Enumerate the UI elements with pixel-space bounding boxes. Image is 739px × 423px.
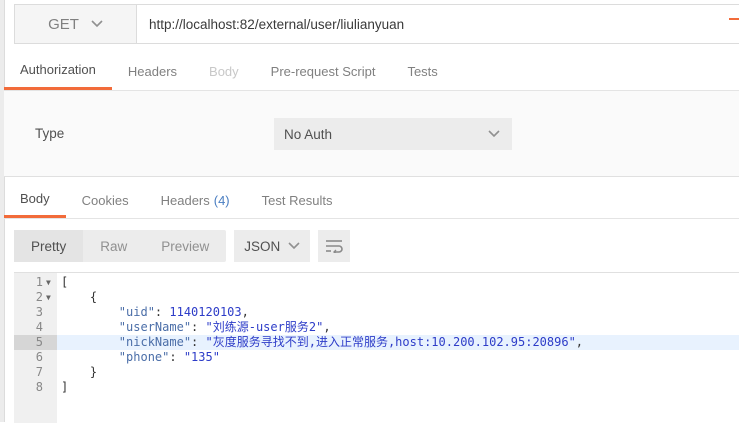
code-text: "uid": 1140120103, [118, 305, 249, 319]
tab-tests[interactable]: Tests [391, 52, 453, 90]
method-label: GET [48, 15, 79, 33]
line-number: 8 [35, 380, 43, 394]
response-tabs: Body Cookies Headers (4) Test Results [4, 182, 739, 219]
chevron-down-icon [91, 20, 103, 28]
line-number: 3 [35, 305, 43, 319]
send-button-edge[interactable] [729, 18, 739, 20]
code-text: "phone": "135" [118, 350, 220, 364]
tab-headers[interactable]: Headers [112, 52, 193, 90]
code-line: 1 ▼ [ [14, 275, 739, 290]
code-text: } [61, 365, 98, 379]
json-comma: , [323, 320, 331, 334]
method-select[interactable]: GET [14, 4, 136, 44]
auth-panel: Type No Auth [4, 91, 739, 177]
auth-type-label: Type [35, 126, 65, 141]
fold-arrow-icon[interactable]: ▼ [46, 290, 51, 305]
json-value: "135" [183, 350, 220, 364]
line-number: 4 [35, 320, 43, 334]
request-tabs: Authorization Headers Body Pre-request S… [4, 52, 739, 91]
json-value: "刘练源-user服务2" [205, 320, 324, 334]
chevron-down-icon [288, 242, 300, 250]
url-input[interactable]: http://localhost:82/external/user/liulia… [136, 4, 739, 44]
tab-cookies[interactable]: Cookies [66, 182, 145, 218]
json-key: "userName" [118, 320, 192, 334]
format-select[interactable]: JSON [234, 230, 311, 262]
line-number: 6 [35, 350, 43, 364]
auth-type-select[interactable]: No Auth [274, 118, 512, 150]
wrap-lines-button[interactable] [318, 230, 351, 262]
code-line: 3 "uid": 1140120103, [14, 305, 739, 320]
json-value: 1140120103 [169, 305, 242, 319]
response-body-editor[interactable]: 1 ▼ [ 2 ▼ { 3 "uid": 1140120103, 4 "user… [14, 272, 739, 423]
format-value: JSON [244, 238, 281, 254]
view-mode-segment: Pretty Raw Preview [14, 230, 227, 262]
code-line: 4 "userName": "刘练源-user服务2", [14, 320, 739, 335]
chevron-down-icon [488, 130, 500, 138]
wrap-lines-icon [326, 240, 344, 253]
code-line: 8 ] [14, 380, 739, 395]
code-text: "nickName": "灰度服务寻找不到,进入正常服务,host:10.200… [118, 335, 584, 349]
json-key: "phone" [118, 350, 170, 364]
code-line: 7 } [14, 365, 739, 380]
tab-response-headers[interactable]: Headers (4) [145, 182, 246, 218]
tab-body[interactable]: Body [193, 52, 255, 90]
url-bar: GET http://localhost:82/external/user/li… [14, 4, 739, 44]
json-value: "灰度服务寻找不到,进入正常服务,host:10.200.102.95:2089… [205, 335, 576, 349]
line-number: 7 [35, 365, 43, 379]
preview-button[interactable]: Preview [144, 230, 226, 262]
headers-count-badge: (4) [213, 192, 230, 208]
code-line-highlighted: 5 "nickName": "灰度服务寻找不到,进入正常服务,host:10.2… [14, 335, 739, 350]
tab-test-results[interactable]: Test Results [246, 182, 349, 218]
code-line: 6 "phone": "135" [14, 350, 739, 365]
json-comma: , [575, 335, 584, 349]
fold-arrow-icon[interactable]: ▼ [46, 275, 51, 290]
code-text: "userName": "刘练源-user服务2", [118, 320, 331, 334]
auth-type-value: No Auth [284, 126, 333, 142]
code-text: { [61, 290, 98, 304]
response-headers-label: Headers [160, 192, 210, 208]
url-text: http://localhost:82/external/user/liulia… [149, 16, 405, 32]
code-text: [ [61, 275, 69, 289]
view-controls: Pretty Raw Preview JSON [14, 230, 351, 262]
tab-response-body[interactable]: Body [4, 182, 66, 218]
json-key: "uid" [118, 305, 155, 319]
tab-pre-request-script[interactable]: Pre-request Script [255, 52, 392, 90]
json-key: "nickName" [118, 335, 192, 349]
json-comma: , [241, 305, 249, 319]
code-text: ] [61, 380, 69, 394]
line-number: 5 [14, 335, 57, 350]
pretty-button[interactable]: Pretty [14, 230, 84, 262]
code-line: 2 ▼ { [14, 290, 739, 305]
tab-authorization[interactable]: Authorization [4, 52, 112, 90]
raw-button[interactable]: Raw [83, 230, 144, 262]
